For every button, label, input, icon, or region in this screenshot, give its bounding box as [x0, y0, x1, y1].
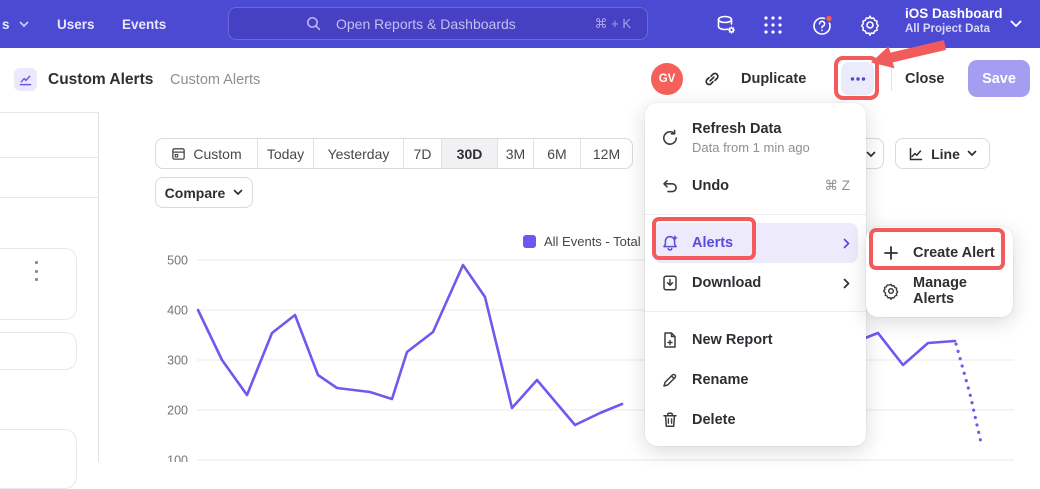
gear-icon — [882, 282, 900, 300]
chevron-down-icon — [866, 151, 876, 158]
breadcrumb[interactable]: Custom Alerts — [170, 72, 260, 88]
avatar[interactable]: GV — [651, 63, 683, 95]
divider — [0, 197, 99, 198]
project-selector[interactable]: iOS Dashboard All Project Data — [905, 6, 1003, 35]
line-chart-icon — [908, 146, 924, 162]
compare-button[interactable]: Compare — [155, 177, 253, 208]
menu-item-label: Delete — [692, 412, 736, 428]
divider — [0, 157, 99, 158]
menu-item-label: Refresh Data — [692, 121, 810, 137]
search-icon — [305, 15, 322, 32]
left-sidebar — [0, 112, 99, 462]
chevron-down-icon — [233, 189, 243, 196]
divider — [891, 65, 892, 91]
ellipsis-icon — [850, 77, 866, 81]
search-shortcut: ⌘ + K — [595, 16, 632, 32]
menu-item-new-report[interactable]: New Report — [645, 320, 866, 360]
sidebar-card[interactable] — [0, 248, 77, 320]
submenu-item-manage-alerts[interactable]: Manage Alerts — [866, 272, 1013, 310]
menu-item-refresh-data[interactable]: Refresh Data Data from 1 min ago — [645, 110, 866, 166]
menu-item-label: Alerts — [692, 235, 733, 251]
kebab-menu-icon[interactable] — [29, 261, 43, 281]
svg-text:300: 300 — [167, 354, 188, 368]
close-button[interactable]: Close — [905, 71, 945, 87]
submenu-item-create-alert[interactable]: Create Alert — [866, 234, 1013, 272]
top-nav-bar: s Users Events Open Reports & Dashboards… — [0, 0, 1040, 48]
legend-item[interactable]: All Events - Total — [523, 234, 641, 249]
date-range-6m[interactable]: 6M — [534, 139, 581, 168]
search-placeholder: Open Reports & Dashboards — [336, 16, 516, 32]
menu-item-shortcut: ⌘ Z — [825, 178, 851, 194]
legend-label: All Events - Total — [544, 234, 641, 249]
calendar-icon — [171, 146, 186, 161]
new-report-icon — [661, 331, 679, 349]
menu-item-undo[interactable]: Undo ⌘ Z — [645, 166, 866, 206]
context-menu: Refresh Data Data from 1 min ago Undo ⌘ … — [645, 103, 866, 446]
page-title: Custom Alerts — [48, 71, 153, 89]
menu-item-rename[interactable]: Rename — [645, 360, 866, 400]
trash-icon — [661, 411, 679, 429]
chevron-right-icon — [843, 278, 850, 289]
download-icon — [661, 274, 679, 292]
date-range-today[interactable]: Today — [258, 139, 314, 168]
menu-separator — [645, 214, 866, 215]
sidebar-card[interactable] — [0, 429, 77, 489]
date-range-selector: Custom Today Yesterday 7D 30D 3M 6M 12M — [155, 138, 633, 169]
chart-type-button[interactable]: Line — [895, 138, 990, 169]
help-icon[interactable] — [811, 13, 835, 37]
svg-text:400: 400 — [167, 304, 188, 318]
legend-swatch — [523, 235, 536, 248]
plus-icon — [882, 244, 900, 262]
nav-item-partial[interactable]: s — [2, 0, 29, 48]
duplicate-button[interactable]: Duplicate — [741, 71, 806, 87]
bell-plus-icon — [661, 234, 679, 252]
nav-item-events[interactable]: Events — [122, 0, 166, 48]
settings-icon[interactable] — [858, 13, 882, 37]
date-range-12m[interactable]: 12M — [581, 139, 632, 168]
menu-item-label: Rename — [692, 372, 748, 388]
sidebar-card[interactable] — [0, 332, 77, 370]
chevron-down-icon — [1010, 20, 1022, 28]
menu-item-alerts[interactable]: Alerts — [653, 223, 858, 263]
search-input[interactable]: Open Reports & Dashboards ⌘ + K — [228, 7, 648, 40]
menu-item-delete[interactable]: Delete — [645, 400, 866, 440]
alerts-submenu: Create Alert Manage Alerts — [866, 227, 1013, 317]
project-name: iOS Dashboard — [905, 6, 1003, 21]
chevron-right-icon — [843, 238, 850, 249]
menu-item-sublabel: Data from 1 min ago — [692, 140, 810, 155]
nav-item-users[interactable]: Users — [57, 0, 95, 48]
apps-grid-icon[interactable] — [761, 13, 785, 37]
report-type-icon — [14, 68, 37, 91]
svg-text:200: 200 — [167, 404, 188, 418]
save-button[interactable]: Save — [968, 60, 1030, 97]
menu-item-label: Manage Alerts — [913, 275, 997, 307]
menu-item-label: Create Alert — [913, 245, 995, 261]
menu-item-label: Download — [692, 275, 761, 291]
date-range-3m[interactable]: 3M — [498, 139, 534, 168]
pencil-icon — [661, 371, 679, 389]
refresh-icon — [661, 129, 679, 147]
more-options-button[interactable] — [841, 62, 874, 95]
date-range-custom[interactable]: Custom — [156, 139, 258, 168]
undo-icon — [661, 177, 679, 195]
menu-item-label: New Report — [692, 332, 773, 348]
svg-text:100: 100 — [167, 454, 188, 463]
share-link-icon[interactable] — [702, 69, 722, 89]
menu-item-download[interactable]: Download — [645, 263, 866, 303]
project-subtitle: All Project Data — [905, 23, 1003, 35]
svg-text:500: 500 — [167, 254, 188, 268]
date-range-yesterday[interactable]: Yesterday — [314, 139, 404, 168]
chevron-down-icon — [967, 150, 977, 157]
menu-separator — [645, 311, 866, 312]
report-header: Custom Alerts Custom Alerts GV Duplicate… — [0, 48, 1040, 112]
date-range-7d[interactable]: 7D — [404, 139, 442, 168]
date-range-30d[interactable]: 30D — [442, 139, 498, 168]
data-source-icon[interactable] — [714, 13, 738, 37]
chevron-down-icon — [19, 21, 29, 28]
menu-item-label: Undo — [692, 178, 729, 194]
